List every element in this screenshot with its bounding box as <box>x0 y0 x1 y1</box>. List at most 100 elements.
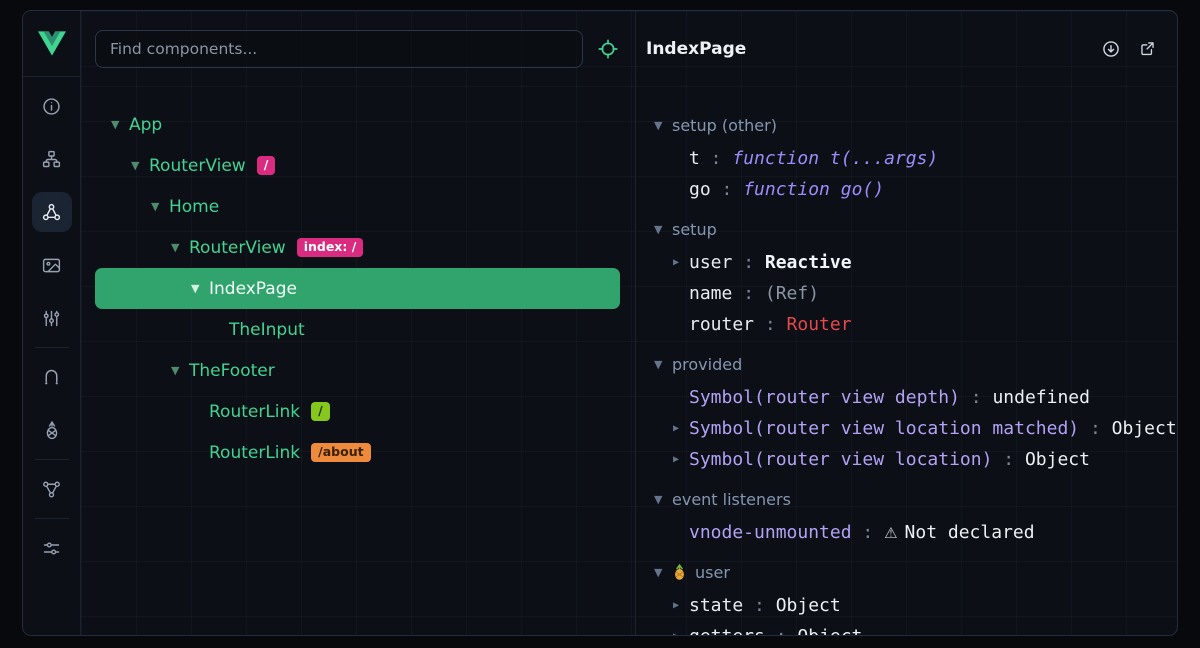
inspector-row[interactable]: name : (Ref) <box>654 278 1177 309</box>
inspector-row[interactable]: ▶ Symbol(router view location) : Object <box>654 444 1177 475</box>
component-tree-icon[interactable] <box>32 139 72 179</box>
main-area: ▼ App ▼ RouterView / ▼ Home ▼ RouterView… <box>81 11 1177 635</box>
section-header[interactable]: ▼ provided <box>654 346 1177 382</box>
open-in-editor-icon[interactable] <box>1138 39 1157 58</box>
section-label: provided <box>672 355 742 374</box>
component-name: TheInput <box>229 320 305 340</box>
inspector-header: IndexPage <box>636 11 1177 87</box>
inspector-body: ▼ setup (other) t : function t(...args) … <box>636 87 1177 635</box>
component-name: TheFooter <box>189 361 275 381</box>
components-icon[interactable] <box>32 192 72 232</box>
key-value-separator: : <box>992 449 1025 470</box>
inspector-row[interactable]: ▶ Symbol(router view location matched) :… <box>654 413 1177 444</box>
section-header[interactable]: ▼ event listeners <box>654 481 1177 517</box>
caret-down-icon[interactable]: ▼ <box>191 283 209 294</box>
caret-right-icon[interactable]: ▶ <box>673 455 689 465</box>
tree-row[interactable]: TheInput <box>95 309 620 350</box>
inspector-row[interactable]: t : function t(...args) <box>654 143 1177 174</box>
tree-row[interactable]: ▼ TheFooter <box>95 350 620 391</box>
inspector-section: ▼ event listeners vnode-unmounted : ⚠Not… <box>654 481 1177 548</box>
caret-down-icon[interactable]: ▼ <box>654 494 672 505</box>
sidebar-group-settings <box>23 519 80 577</box>
caret-right-icon[interactable]: ▶ <box>673 258 689 268</box>
pinia-icon[interactable] <box>32 410 72 450</box>
prop-key: name <box>689 283 732 304</box>
inspector-section: ▼ user ▶ state : Object <box>654 554 1177 635</box>
tree-row[interactable]: ▼ RouterView / <box>95 145 620 186</box>
component-name: RouterView <box>189 238 286 258</box>
inspector-section: ▼ setup ▶ user : Reactive name : (Ref) r… <box>654 211 1177 340</box>
key-value-separator: : <box>732 252 765 273</box>
caret-down-icon[interactable]: ▼ <box>654 120 672 131</box>
caret-down-icon[interactable]: ▼ <box>151 201 169 212</box>
caret-down-icon[interactable]: ▼ <box>654 224 672 235</box>
section-header[interactable]: ▼ setup <box>654 211 1177 247</box>
inspector-row[interactable]: vnode-unmounted : ⚠Not declared <box>654 517 1177 548</box>
caret-down-icon[interactable]: ▼ <box>654 359 672 370</box>
section-label: event listeners <box>672 490 791 509</box>
prop-key: Symbol(router view location matched) <box>689 418 1079 439</box>
section-header[interactable]: ▼ user <box>654 554 1177 590</box>
component-name: RouterView <box>149 156 246 176</box>
caret-down-icon[interactable]: ▼ <box>171 365 189 376</box>
key-value-separator: : <box>754 314 787 335</box>
inspect-element-icon[interactable] <box>597 38 619 60</box>
graph-icon[interactable] <box>32 469 72 509</box>
key-value-separator: : <box>765 626 798 635</box>
inspector-row[interactable]: ▶ user : Reactive <box>654 247 1177 278</box>
prop-value: Object <box>797 626 862 635</box>
prop-value: Reactive <box>765 252 852 273</box>
prop-key: Symbol(router view depth) <box>689 387 960 408</box>
caret-down-icon[interactable]: ▼ <box>171 242 189 253</box>
prop-key: state <box>689 595 743 616</box>
prop-key: vnode-unmounted <box>689 522 852 543</box>
info-icon[interactable] <box>32 86 72 126</box>
settings-icon[interactable] <box>32 528 72 568</box>
assets-icon[interactable] <box>32 245 72 285</box>
section-label: setup (other) <box>672 116 777 135</box>
key-value-separator: : <box>700 148 733 169</box>
inspector-row[interactable]: Symbol(router view depth) : undefined <box>654 382 1177 413</box>
tree-row-selected[interactable]: ▼ IndexPage <box>95 268 620 309</box>
inspector-row[interactable]: ▶ getters : Object <box>654 621 1177 635</box>
vue-logo <box>23 11 80 77</box>
inspector-row[interactable]: ▶ state : Object <box>654 590 1177 621</box>
tree-row[interactable]: ▼ Home <box>95 186 620 227</box>
component-tree: ▼ App ▼ RouterView / ▼ Home ▼ RouterView… <box>81 87 635 635</box>
component-name: App <box>129 115 162 135</box>
sidebar-rail <box>23 11 81 635</box>
sidebar-group-main <box>23 77 80 347</box>
search-input[interactable] <box>95 30 583 68</box>
section-header[interactable]: ▼ setup (other) <box>654 107 1177 143</box>
component-name: RouterLink <box>209 402 300 422</box>
tree-row[interactable]: ▼ App <box>95 104 620 145</box>
prop-key: t <box>689 148 700 169</box>
sidebar-group-graph <box>23 460 80 518</box>
prop-value: Object <box>1025 449 1090 470</box>
caret-right-icon[interactable]: ▶ <box>673 632 689 636</box>
route-badge: / <box>311 402 330 421</box>
key-value-separator: : <box>852 522 885 543</box>
caret-down-icon[interactable]: ▼ <box>654 567 672 578</box>
inspector-row[interactable]: router : Router <box>654 309 1177 340</box>
pinia-icon <box>672 564 687 581</box>
caret-right-icon[interactable]: ▶ <box>673 601 689 611</box>
inspector-pane: IndexPage ▼ <box>635 11 1177 635</box>
tree-row[interactable]: RouterLink / <box>95 391 620 432</box>
key-value-separator: : <box>711 179 744 200</box>
hooks-icon[interactable] <box>32 357 72 397</box>
prop-key: user <box>689 252 732 273</box>
caret-right-icon[interactable]: ▶ <box>673 424 689 434</box>
key-value-separator: : <box>732 283 765 304</box>
inspector-section: ▼ setup (other) t : function t(...args) … <box>654 107 1177 205</box>
prop-value: function go() <box>743 179 884 200</box>
options-icon[interactable] <box>32 298 72 338</box>
prop-key: Symbol(router view location) <box>689 449 992 470</box>
tree-row[interactable]: RouterLink /about <box>95 432 620 473</box>
tree-row[interactable]: ▼ RouterView index: / <box>95 227 620 268</box>
caret-down-icon[interactable]: ▼ <box>111 119 129 130</box>
scroll-to-component-icon[interactable] <box>1101 39 1121 59</box>
key-value-separator: : <box>960 387 993 408</box>
inspector-row[interactable]: go : function go() <box>654 174 1177 205</box>
caret-down-icon[interactable]: ▼ <box>131 160 149 171</box>
